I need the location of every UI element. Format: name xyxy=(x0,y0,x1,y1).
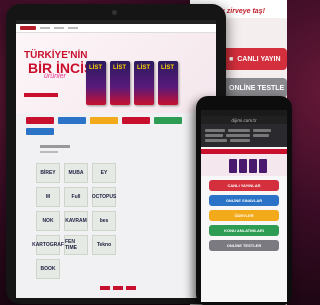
footer-link[interactable] xyxy=(126,286,136,290)
publisher-tile[interactable]: BOOK xyxy=(36,259,60,279)
menu-item[interactable] xyxy=(205,139,227,142)
phone-button-list: CANLI YAYINLAR ONLİNE SINAVLAR ÖDEVLER K… xyxy=(201,180,287,251)
menu-item[interactable] xyxy=(253,134,269,137)
tablet-device: TÜRKİYE'NİN BİR İNCİSİ ürünler LİST LİST… xyxy=(6,4,226,304)
hero-line3: ürünler xyxy=(44,73,66,80)
mini-book xyxy=(249,159,257,173)
menu-item[interactable] xyxy=(205,129,225,132)
lectures-button[interactable]: KONU ANLATIMLARI xyxy=(209,225,279,236)
book-cover: LİST xyxy=(158,61,178,105)
footer-link[interactable] xyxy=(100,286,110,290)
publisher-tile[interactable]: bes xyxy=(92,211,116,231)
phone-screen: dijimi.com.tr CANLI YAYINLAR ONLİNE SINA… xyxy=(201,110,287,302)
category-button[interactable] xyxy=(90,117,118,124)
footer-links xyxy=(100,286,136,290)
site-logo[interactable] xyxy=(20,26,36,30)
live-streams-button[interactable]: CANLI YAYINLAR xyxy=(209,180,279,191)
category-row xyxy=(16,113,216,139)
category-button[interactable] xyxy=(26,117,54,124)
hero-banner: TÜRKİYE'NİN BİR İNCİSİ ürünler LİST LİST… xyxy=(16,33,216,113)
phone-url-bar[interactable]: dijimi.com.tr xyxy=(201,116,287,124)
book-cover: LİST xyxy=(134,61,154,105)
publisher-tile[interactable]: KAVRAM xyxy=(64,211,88,231)
publisher-tile[interactable]: OCTOPUS xyxy=(92,187,116,207)
mini-book xyxy=(229,159,237,173)
mini-book xyxy=(239,159,247,173)
hero-underline xyxy=(24,93,58,97)
mini-book xyxy=(259,159,267,173)
section-subheading xyxy=(40,151,58,153)
publisher-tile[interactable]: NOK xyxy=(36,211,60,231)
category-button[interactable] xyxy=(58,117,86,124)
menu-item[interactable] xyxy=(253,129,271,132)
category-button[interactable] xyxy=(26,128,54,135)
publisher-tile[interactable]: FEN TIME xyxy=(64,235,88,255)
category-button[interactable] xyxy=(122,117,150,124)
publisher-tile[interactable]: Tekno xyxy=(92,235,116,255)
publisher-tile[interactable]: MUBA xyxy=(64,163,88,183)
book-cover: LİST xyxy=(86,61,106,105)
menu-item[interactable] xyxy=(205,134,223,137)
online-test-button[interactable]: ONLİNE TESTLE xyxy=(223,78,287,98)
menu-item[interactable] xyxy=(226,134,250,137)
online-tests-button[interactable]: ONLİNE TESTLER xyxy=(209,240,279,251)
nav-item[interactable] xyxy=(54,27,64,29)
homework-button[interactable]: ÖDEVLER xyxy=(209,210,279,221)
video-camera-icon: ■ xyxy=(229,55,234,63)
publisher-tile[interactable]: KARTOGRAF xyxy=(32,235,64,255)
nav-item[interactable] xyxy=(40,27,50,29)
nav-item[interactable] xyxy=(68,27,78,29)
online-test-label: ONLİNE TESTLE xyxy=(229,84,285,92)
publisher-tile[interactable]: EY xyxy=(92,163,116,183)
book-cover: LİST xyxy=(110,61,130,105)
phone-hero xyxy=(201,154,287,176)
tablet-screen: TÜRKİYE'NİN BİR İNCİSİ ürünler LİST LİST… xyxy=(16,20,216,298)
footer-link[interactable] xyxy=(113,286,123,290)
publisher-tile[interactable]: BİREY xyxy=(36,163,60,183)
menu-item[interactable] xyxy=(228,129,250,132)
menu-item[interactable] xyxy=(230,139,250,142)
publisher-tile[interactable]: M xyxy=(36,187,60,207)
phone-url: dijimi.com.tr xyxy=(231,117,257,123)
phone-menu xyxy=(201,124,287,147)
phone-device: dijimi.com.tr CANLI YAYINLAR ONLİNE SINA… xyxy=(196,96,292,305)
category-button[interactable] xyxy=(154,117,182,124)
live-stream-button[interactable]: ■ CANLI YAYIN xyxy=(223,48,287,70)
online-exams-button[interactable]: ONLİNE SINAVLAR xyxy=(209,195,279,206)
section-heading xyxy=(40,145,70,148)
publisher-grid: BİREY MUBA EY M Full OCTOPUS NOK KAVRAM … xyxy=(32,163,216,279)
site-nav xyxy=(16,24,216,33)
publisher-tile[interactable]: Full xyxy=(64,187,88,207)
tablet-camera xyxy=(112,10,117,15)
live-stream-label: CANLI YAYIN xyxy=(237,55,281,63)
